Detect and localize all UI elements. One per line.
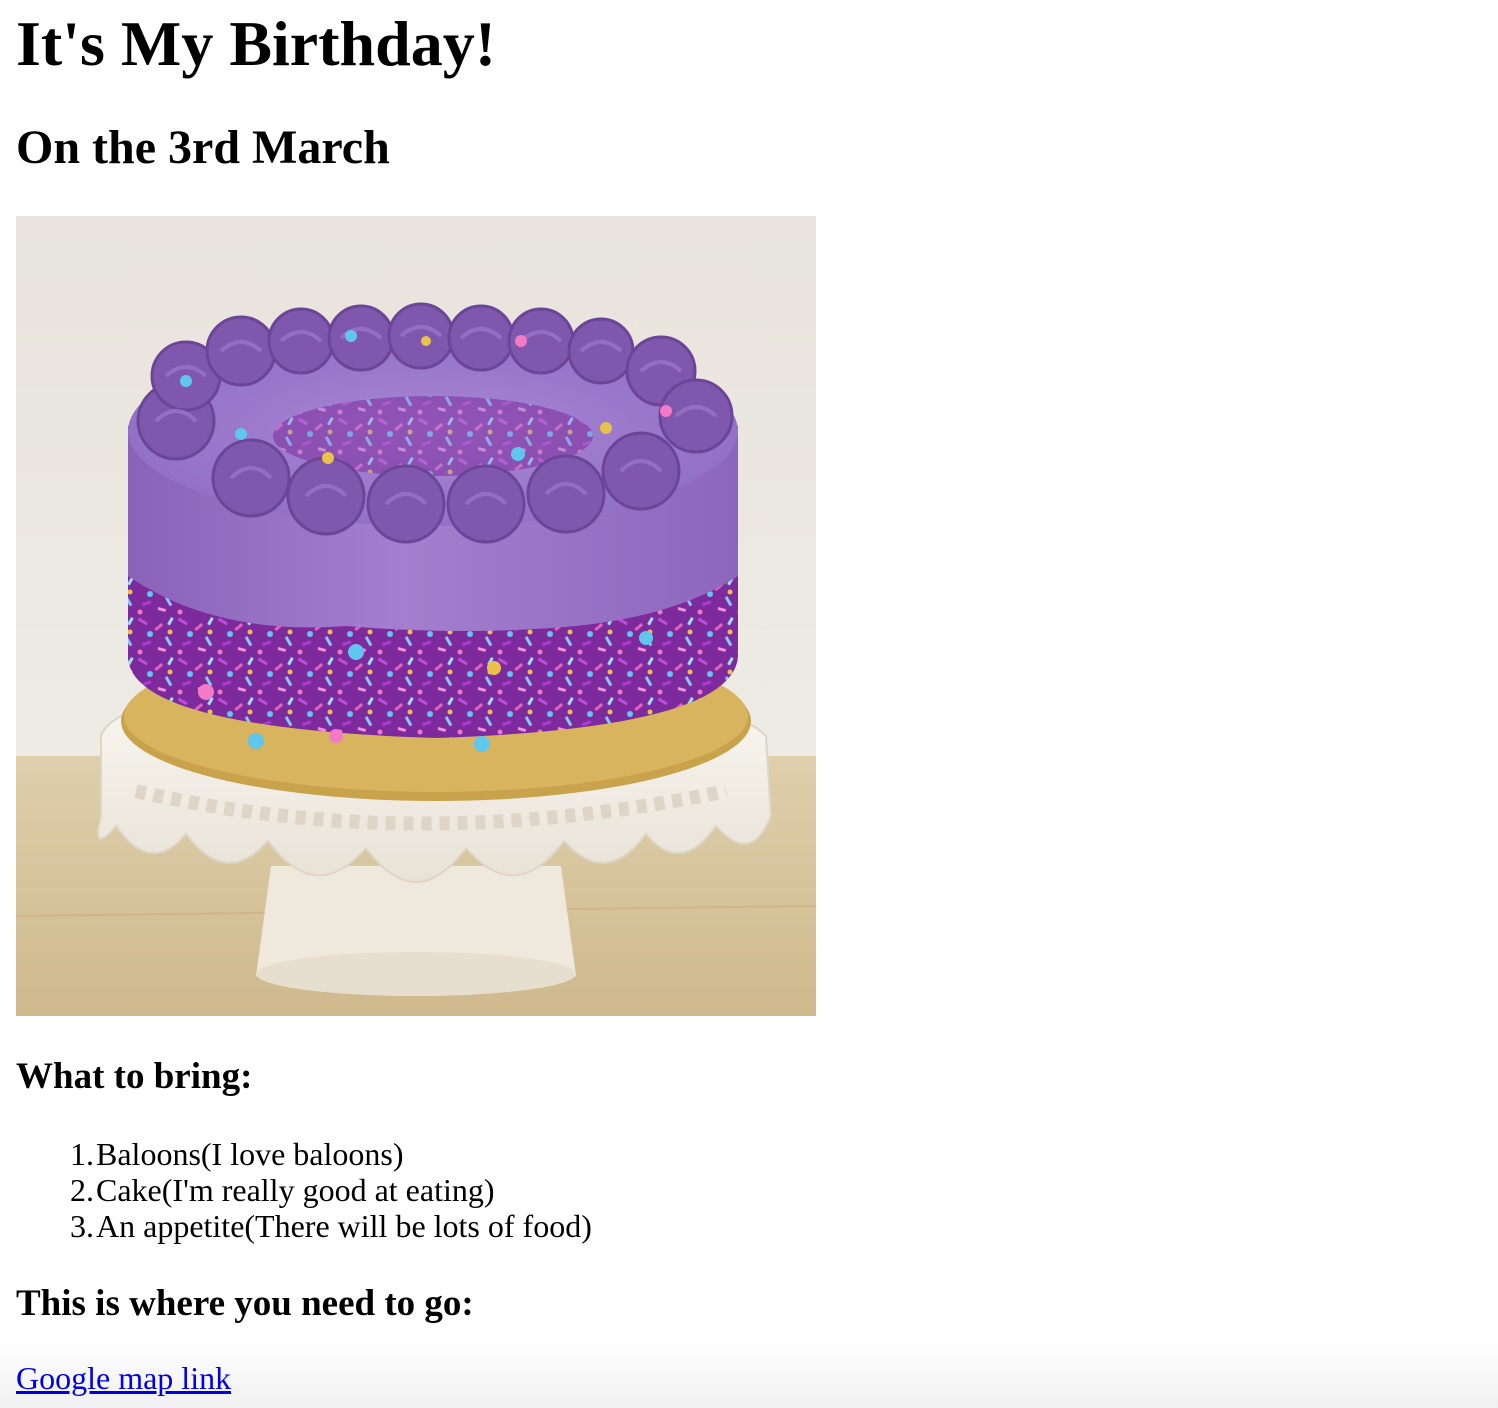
- list-item-number: 1.: [70, 1136, 94, 1172]
- bring-list: 1. Baloons(I love baloons) 2. Cake(I'm r…: [16, 1136, 592, 1244]
- directions-heading: This is where you need to go:: [16, 1283, 474, 1324]
- google-map-link[interactable]: Google map link: [16, 1360, 231, 1396]
- list-item-text: Cake(I'm really good at eating): [96, 1172, 495, 1208]
- list-item-number: 2.: [70, 1172, 94, 1208]
- page-title: It's My Birthday!: [16, 8, 496, 79]
- page-subtitle: On the 3rd March: [16, 121, 390, 174]
- list-item-text: An appetite(There will be lots of food): [96, 1208, 592, 1244]
- list-item: 1. Baloons(I love baloons): [16, 1136, 592, 1172]
- purple-birthday-cake-image: [16, 216, 816, 1016]
- list-item: 3. An appetite(There will be lots of foo…: [16, 1208, 592, 1244]
- what-to-bring-heading: What to bring:: [16, 1056, 253, 1097]
- list-item-number: 3.: [70, 1208, 94, 1244]
- list-item: 2. Cake(I'm really good at eating): [16, 1172, 592, 1208]
- list-item-text: Baloons(I love baloons): [96, 1136, 404, 1172]
